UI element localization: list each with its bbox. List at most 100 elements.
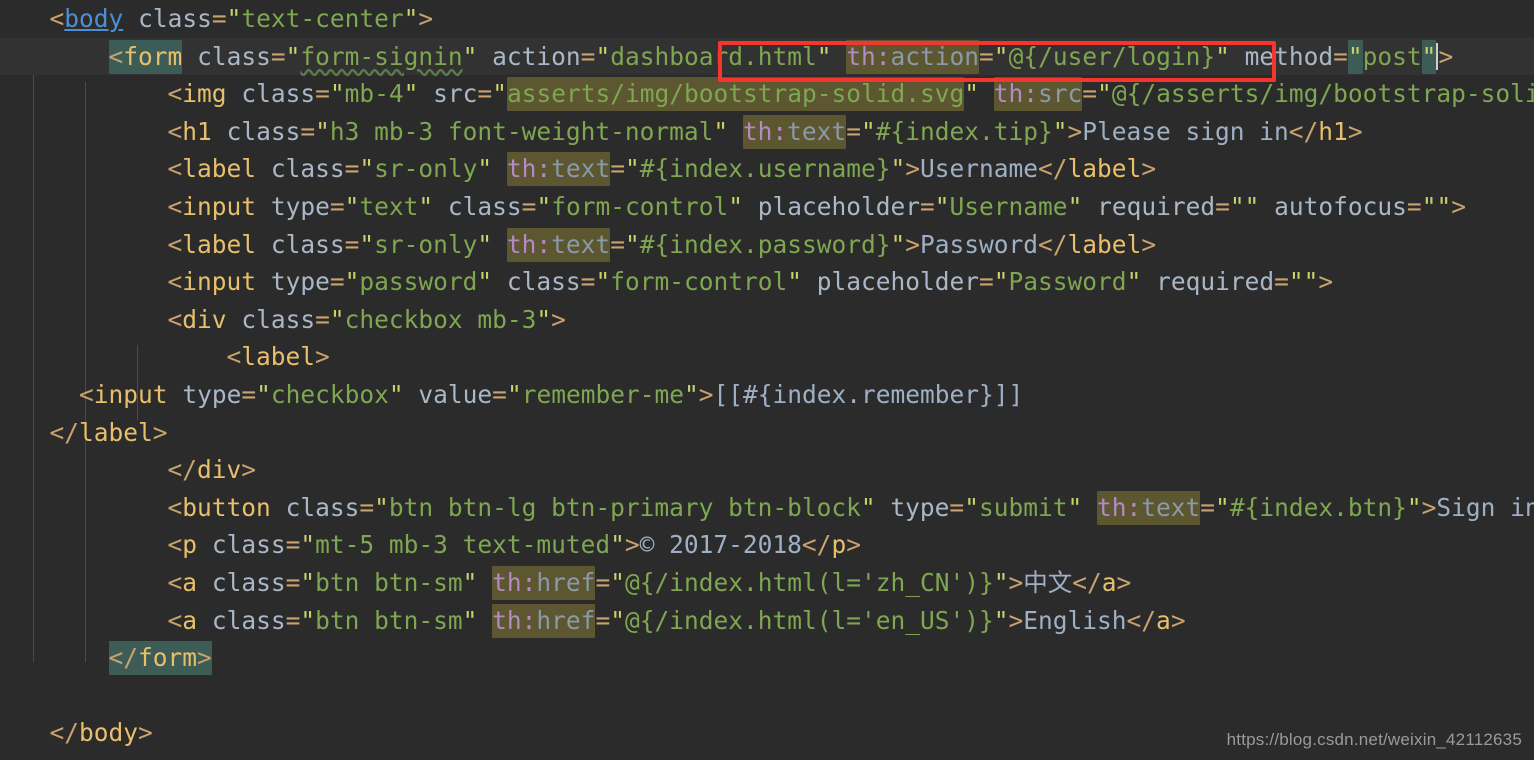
code-line[interactable]: <label> <box>0 338 1534 376</box>
tag-name: input <box>93 379 168 409</box>
attribute-quote: "" <box>1229 191 1260 221</box>
tag-name[interactable]: body <box>64 4 123 33</box>
code-line[interactable]: <label class="sr-only" th:text="#{index.… <box>0 226 1534 264</box>
attribute-quote: " <box>344 191 360 221</box>
attribute-name: class <box>138 4 212 33</box>
code-punctuation: > <box>1008 605 1024 635</box>
code-punctuation: > <box>138 718 153 748</box>
tag-name: label <box>182 229 257 259</box>
code-punctuation: = <box>1274 267 1289 297</box>
matched-open-tag-highlight: <form <box>108 39 183 74</box>
attribute-quote: " <box>1067 191 1083 221</box>
code-punctuation: > <box>846 530 861 560</box>
attribute-name: class <box>270 229 345 259</box>
code-line[interactable]: <input type="checkbox" value="remember-m… <box>0 376 1534 414</box>
element-text-content: Sign in <box>1436 492 1534 522</box>
attribute-value: btn btn-lg btn-primary btn-block <box>388 492 861 522</box>
attribute-quote: " <box>477 267 493 297</box>
element-text-content: Username <box>920 154 1039 184</box>
code-line-content: <label> <box>0 338 330 376</box>
code-line-content: <input type="password" class="form-contr… <box>0 263 1334 301</box>
code-line[interactable]: <button class="btn btn-lg btn-primary bt… <box>0 489 1534 527</box>
code-line[interactable]: <form class="form-signin" action="dashbo… <box>0 37 1534 76</box>
code-line[interactable]: </label> <box>0 414 1534 452</box>
thymeleaf-prefix: th: <box>506 154 552 184</box>
code-line[interactable]: </form> <box>0 639 1534 677</box>
code-punctuation: </ <box>1038 154 1068 184</box>
attribute-name: action <box>492 41 581 71</box>
code-punctuation: > <box>1421 492 1437 522</box>
code-punctuation: < <box>167 304 183 334</box>
tag-name: h1 <box>182 116 212 146</box>
attribute-name: method <box>1244 41 1334 71</box>
tag-name: a <box>182 605 198 635</box>
attribute-value: remember-me <box>521 379 684 409</box>
code-punctuation: > <box>551 304 566 334</box>
thymeleaf-prefix: th: <box>742 116 788 146</box>
code-line[interactable]: <img class="mb-4" src="asserts/img/boots… <box>0 75 1534 113</box>
code-punctuation: < <box>167 267 183 297</box>
code-punctuation: = <box>979 267 994 297</box>
code-editor-canvas[interactable]: <body class="text-center"> <form class="… <box>0 0 1534 760</box>
thymeleaf-prefix: th: <box>1097 492 1142 522</box>
code-punctuation: = <box>344 229 360 259</box>
code-line[interactable]: <label class="sr-only" th:text="#{index.… <box>0 150 1534 188</box>
attribute-quote: " <box>506 379 522 409</box>
attribute-quote: " <box>964 79 979 109</box>
code-line[interactable] <box>0 677 1534 715</box>
code-line[interactable]: <a class="btn btn-sm" th:href="@{/index.… <box>0 602 1534 640</box>
attribute-value: dashboard.html <box>610 41 817 71</box>
code-line[interactable]: <p class="mt-5 mb-3 text-muted">© 2017-2… <box>0 526 1534 564</box>
thymeleaf-attribute-highlight: th:src <box>993 77 1083 112</box>
code-line-content: <a class="btn btn-sm" th:href="@{/index.… <box>0 602 1186 640</box>
code-line-content: <input type="checkbox" value="remember-m… <box>0 376 1023 414</box>
attribute-value: #{index.password} <box>639 229 891 259</box>
code-line[interactable]: <input type="text" class="form-control" … <box>0 188 1534 226</box>
attribute-quote: " <box>964 492 979 522</box>
code-line[interactable]: </div> <box>0 451 1534 489</box>
attribute-value: btn btn-sm <box>315 567 463 597</box>
code-line[interactable]: <input type="password" class="form-contr… <box>0 263 1534 301</box>
code-punctuation: = <box>610 154 625 184</box>
code-punctuation: = <box>610 229 625 259</box>
attribute-quote: " <box>329 79 345 109</box>
attribute-quote: " <box>610 605 625 635</box>
code-line[interactable]: <a class="btn btn-sm" th:href="@{/index.… <box>0 564 1534 602</box>
code-punctuation: = <box>211 4 227 33</box>
attribute-value: Password <box>1008 267 1127 297</box>
tag-name: h1 <box>1318 116 1348 146</box>
code-punctuation: = <box>1200 492 1216 522</box>
code-line-content: </body> <box>0 714 153 752</box>
tag-name: input <box>182 191 257 221</box>
attribute-quote: " <box>610 567 625 597</box>
code-line-content: <h1 class="h3 mb-3 font-weight-normal" t… <box>0 113 1363 151</box>
code-punctuation: = <box>580 41 596 71</box>
attribute-name: class <box>197 41 271 71</box>
element-text-content: 中文 <box>1023 567 1073 597</box>
code-lines-container[interactable]: <body class="text-center"> <form class="… <box>0 0 1534 752</box>
code-punctuation: < <box>79 379 94 409</box>
element-text-content: [[#{index.remember}]] <box>713 379 1024 409</box>
code-line[interactable]: <h1 class="h3 mb-3 font-weight-normal" t… <box>0 113 1534 151</box>
attribute-quote: "" <box>1421 191 1452 221</box>
code-punctuation: = <box>241 379 257 409</box>
code-punctuation: </ <box>1288 116 1319 146</box>
attribute-quote: " <box>256 379 271 409</box>
tag-name: button <box>182 492 271 522</box>
code-punctuation: < <box>167 567 183 597</box>
code-line[interactable]: <body class="text-center"> <box>0 0 1534 38</box>
attribute-name: class <box>211 567 286 597</box>
tag-name: a <box>1156 605 1171 635</box>
code-line[interactable]: <div class="checkbox mb-3"> <box>0 301 1534 339</box>
